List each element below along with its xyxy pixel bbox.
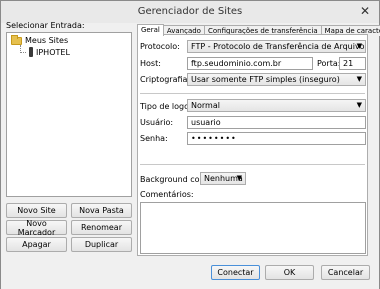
logon-type-value: Normal <box>191 101 220 110</box>
chevron-down-icon: ▼ <box>356 75 362 83</box>
tree-item-root[interactable]: Meus Sites <box>11 34 69 45</box>
protocol-select[interactable]: FTP - Protocolo de Transferência de Arqu… <box>187 40 366 53</box>
cancel-button[interactable]: Cancelar <box>321 265 370 280</box>
logon-type-select[interactable]: Normal ▼ <box>187 99 366 112</box>
separator <box>140 93 365 94</box>
chevron-down-icon: ▼ <box>356 101 362 109</box>
comments-label: Comentários: <box>140 190 194 199</box>
tree-item-iphotel[interactable]: IPHOTEL <box>29 47 70 57</box>
site-manager-window: Gerenciador de Sites ✕ Selecionar Entrad… <box>0 0 380 289</box>
protocol-label: Protocolo: <box>140 42 180 51</box>
delete-button[interactable]: Apagar <box>6 237 67 252</box>
tab-general[interactable]: Geral <box>137 24 164 36</box>
encryption-value: Usar somente FTP simples (inseguro) <box>191 75 340 84</box>
site-tree[interactable]: Meus Sites IPHOTEL <box>6 32 132 197</box>
comments-textarea[interactable] <box>140 202 366 254</box>
new-bookmark-button[interactable]: Novo Marcador <box>6 219 67 237</box>
separator <box>140 164 365 165</box>
select-entry-label: Selecionar Entrada: <box>6 21 85 30</box>
tree-connector <box>20 52 26 53</box>
duplicate-button[interactable]: Duplicar <box>71 237 132 252</box>
window-title: Gerenciador de Sites <box>137 6 243 17</box>
encryption-select[interactable]: Usar somente FTP simples (inseguro) ▼ <box>187 73 366 86</box>
chevron-down-icon: ▼ <box>356 42 362 50</box>
rename-button[interactable]: Renomear <box>71 220 132 235</box>
chevron-down-icon: ▼ <box>236 174 242 182</box>
protocol-value: FTP - Protocolo de Transferência de Arqu… <box>191 42 366 51</box>
title-bar: Gerenciador de Sites ✕ <box>1 1 379 23</box>
port-label: Porta: <box>317 59 341 68</box>
encryption-label: Criptografia <box>140 75 188 84</box>
host-label: Host: <box>140 59 161 68</box>
tree-root-label: Meus Sites <box>25 36 69 45</box>
user-input[interactable]: usuario <box>187 116 366 129</box>
tree-site-label: IPHOTEL <box>36 47 70 57</box>
server-icon <box>29 47 33 57</box>
connect-button[interactable]: Conectar <box>211 265 260 280</box>
new-folder-button[interactable]: Nova Pasta <box>71 203 132 218</box>
user-label: Usuário: <box>140 118 174 127</box>
new-site-button[interactable]: Novo Site <box>6 203 67 218</box>
password-label: Senha: <box>140 134 168 143</box>
password-input[interactable]: •••••••• <box>187 132 366 145</box>
close-icon[interactable]: ✕ <box>357 3 373 19</box>
host-input[interactable]: ftp.seudominio.com.br <box>187 57 313 70</box>
background-color-select[interactable]: Nenhuma ▼ <box>200 172 246 185</box>
ok-button[interactable]: OK <box>265 265 314 280</box>
folder-icon <box>11 34 22 45</box>
port-input[interactable]: 21 <box>339 57 366 70</box>
general-tab-panel: Protocolo: FTP - Protocolo de Transferên… <box>137 34 368 256</box>
